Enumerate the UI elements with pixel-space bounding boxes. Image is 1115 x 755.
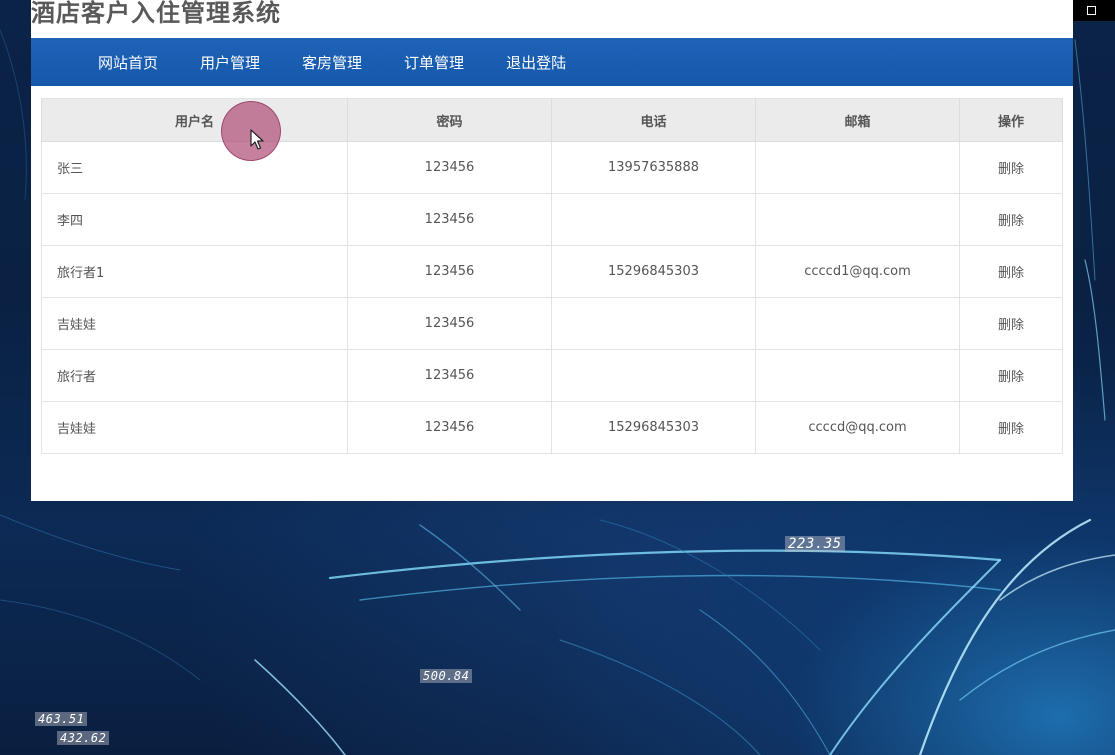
- cell-username: 吉娃娃: [41, 401, 348, 454]
- cell-phone: 15296845303: [551, 401, 756, 454]
- floating-number: 500.84: [420, 669, 473, 683]
- table-row: 张三 123456 13957635888 删除: [41, 141, 1063, 194]
- nav-item-logout[interactable]: 退出登陆: [506, 52, 566, 73]
- cell-email: ccccd1@qq.com: [755, 245, 960, 298]
- column-header-action: 操作: [959, 98, 1063, 142]
- cell-username: 旅行者: [41, 349, 348, 402]
- cell-username: 李四: [41, 193, 348, 246]
- cell-username: 张三: [41, 141, 348, 194]
- table-row: 旅行者 123456 删除: [41, 349, 1063, 402]
- cell-username: 旅行者1: [41, 245, 348, 298]
- user-table-container: 用户名 密码 电话 邮箱 操作 张三 123456 13957635888 删除…: [41, 98, 1063, 454]
- cell-email: [755, 193, 960, 246]
- site-title: 酒店客户入住管理系统: [31, 0, 281, 27]
- column-header-password[interactable]: 密码: [347, 98, 552, 142]
- nav-item-home[interactable]: 网站首页: [98, 52, 158, 73]
- table-row: 吉娃娃 123456 删除: [41, 297, 1063, 350]
- delete-button[interactable]: 删除: [959, 141, 1063, 194]
- delete-button[interactable]: 删除: [959, 401, 1063, 454]
- table-row: 旅行者1 123456 15296845303 ccccd1@qq.com 删除: [41, 245, 1063, 298]
- cell-email: [755, 297, 960, 350]
- main-panel: 酒店客户入住管理系统 网站首页 用户管理 客房管理 订单管理 退出登陆 用户名 …: [31, 0, 1073, 501]
- maximize-icon: [1086, 6, 1096, 15]
- cell-phone: [551, 349, 756, 402]
- cell-phone: 15296845303: [551, 245, 756, 298]
- cell-password: 123456: [347, 193, 552, 246]
- column-header-username[interactable]: 用户名: [41, 98, 348, 142]
- nav-item-order-management[interactable]: 订单管理: [404, 52, 464, 73]
- column-header-email[interactable]: 邮箱: [755, 98, 960, 142]
- delete-button[interactable]: 删除: [959, 245, 1063, 298]
- mouse-pointer-icon: [250, 129, 264, 150]
- cell-email: [755, 349, 960, 402]
- cell-password: 123456: [347, 401, 552, 454]
- cell-password: 123456: [347, 297, 552, 350]
- cell-phone: [551, 297, 756, 350]
- cell-email: [755, 141, 960, 194]
- main-nav: 网站首页 用户管理 客房管理 订单管理 退出登陆: [31, 38, 1073, 86]
- cell-email: ccccd@qq.com: [755, 401, 960, 454]
- maximize-button[interactable]: [1067, 0, 1115, 21]
- cell-password: 123456: [347, 141, 552, 194]
- delete-button[interactable]: 删除: [959, 349, 1063, 402]
- cell-phone: 13957635888: [551, 141, 756, 194]
- cell-username: 吉娃娃: [41, 297, 348, 350]
- floating-number: 223.35: [785, 536, 845, 552]
- floating-number: 432.62: [57, 731, 110, 745]
- column-header-phone[interactable]: 电话: [551, 98, 756, 142]
- delete-button[interactable]: 删除: [959, 297, 1063, 350]
- cell-password: 123456: [347, 245, 552, 298]
- nav-item-user-management[interactable]: 用户管理: [200, 52, 260, 73]
- cell-phone: [551, 193, 756, 246]
- delete-button[interactable]: 删除: [959, 193, 1063, 246]
- user-table: 用户名 密码 电话 邮箱 操作 张三 123456 13957635888 删除…: [41, 98, 1063, 454]
- table-row: 吉娃娃 123456 15296845303 ccccd@qq.com 删除: [41, 401, 1063, 454]
- table-header-row: 用户名 密码 电话 邮箱 操作: [41, 98, 1063, 142]
- cell-password: 123456: [347, 349, 552, 402]
- floating-number: 463.51: [35, 712, 88, 726]
- table-row: 李四 123456 删除: [41, 193, 1063, 246]
- nav-item-room-management[interactable]: 客房管理: [302, 52, 362, 73]
